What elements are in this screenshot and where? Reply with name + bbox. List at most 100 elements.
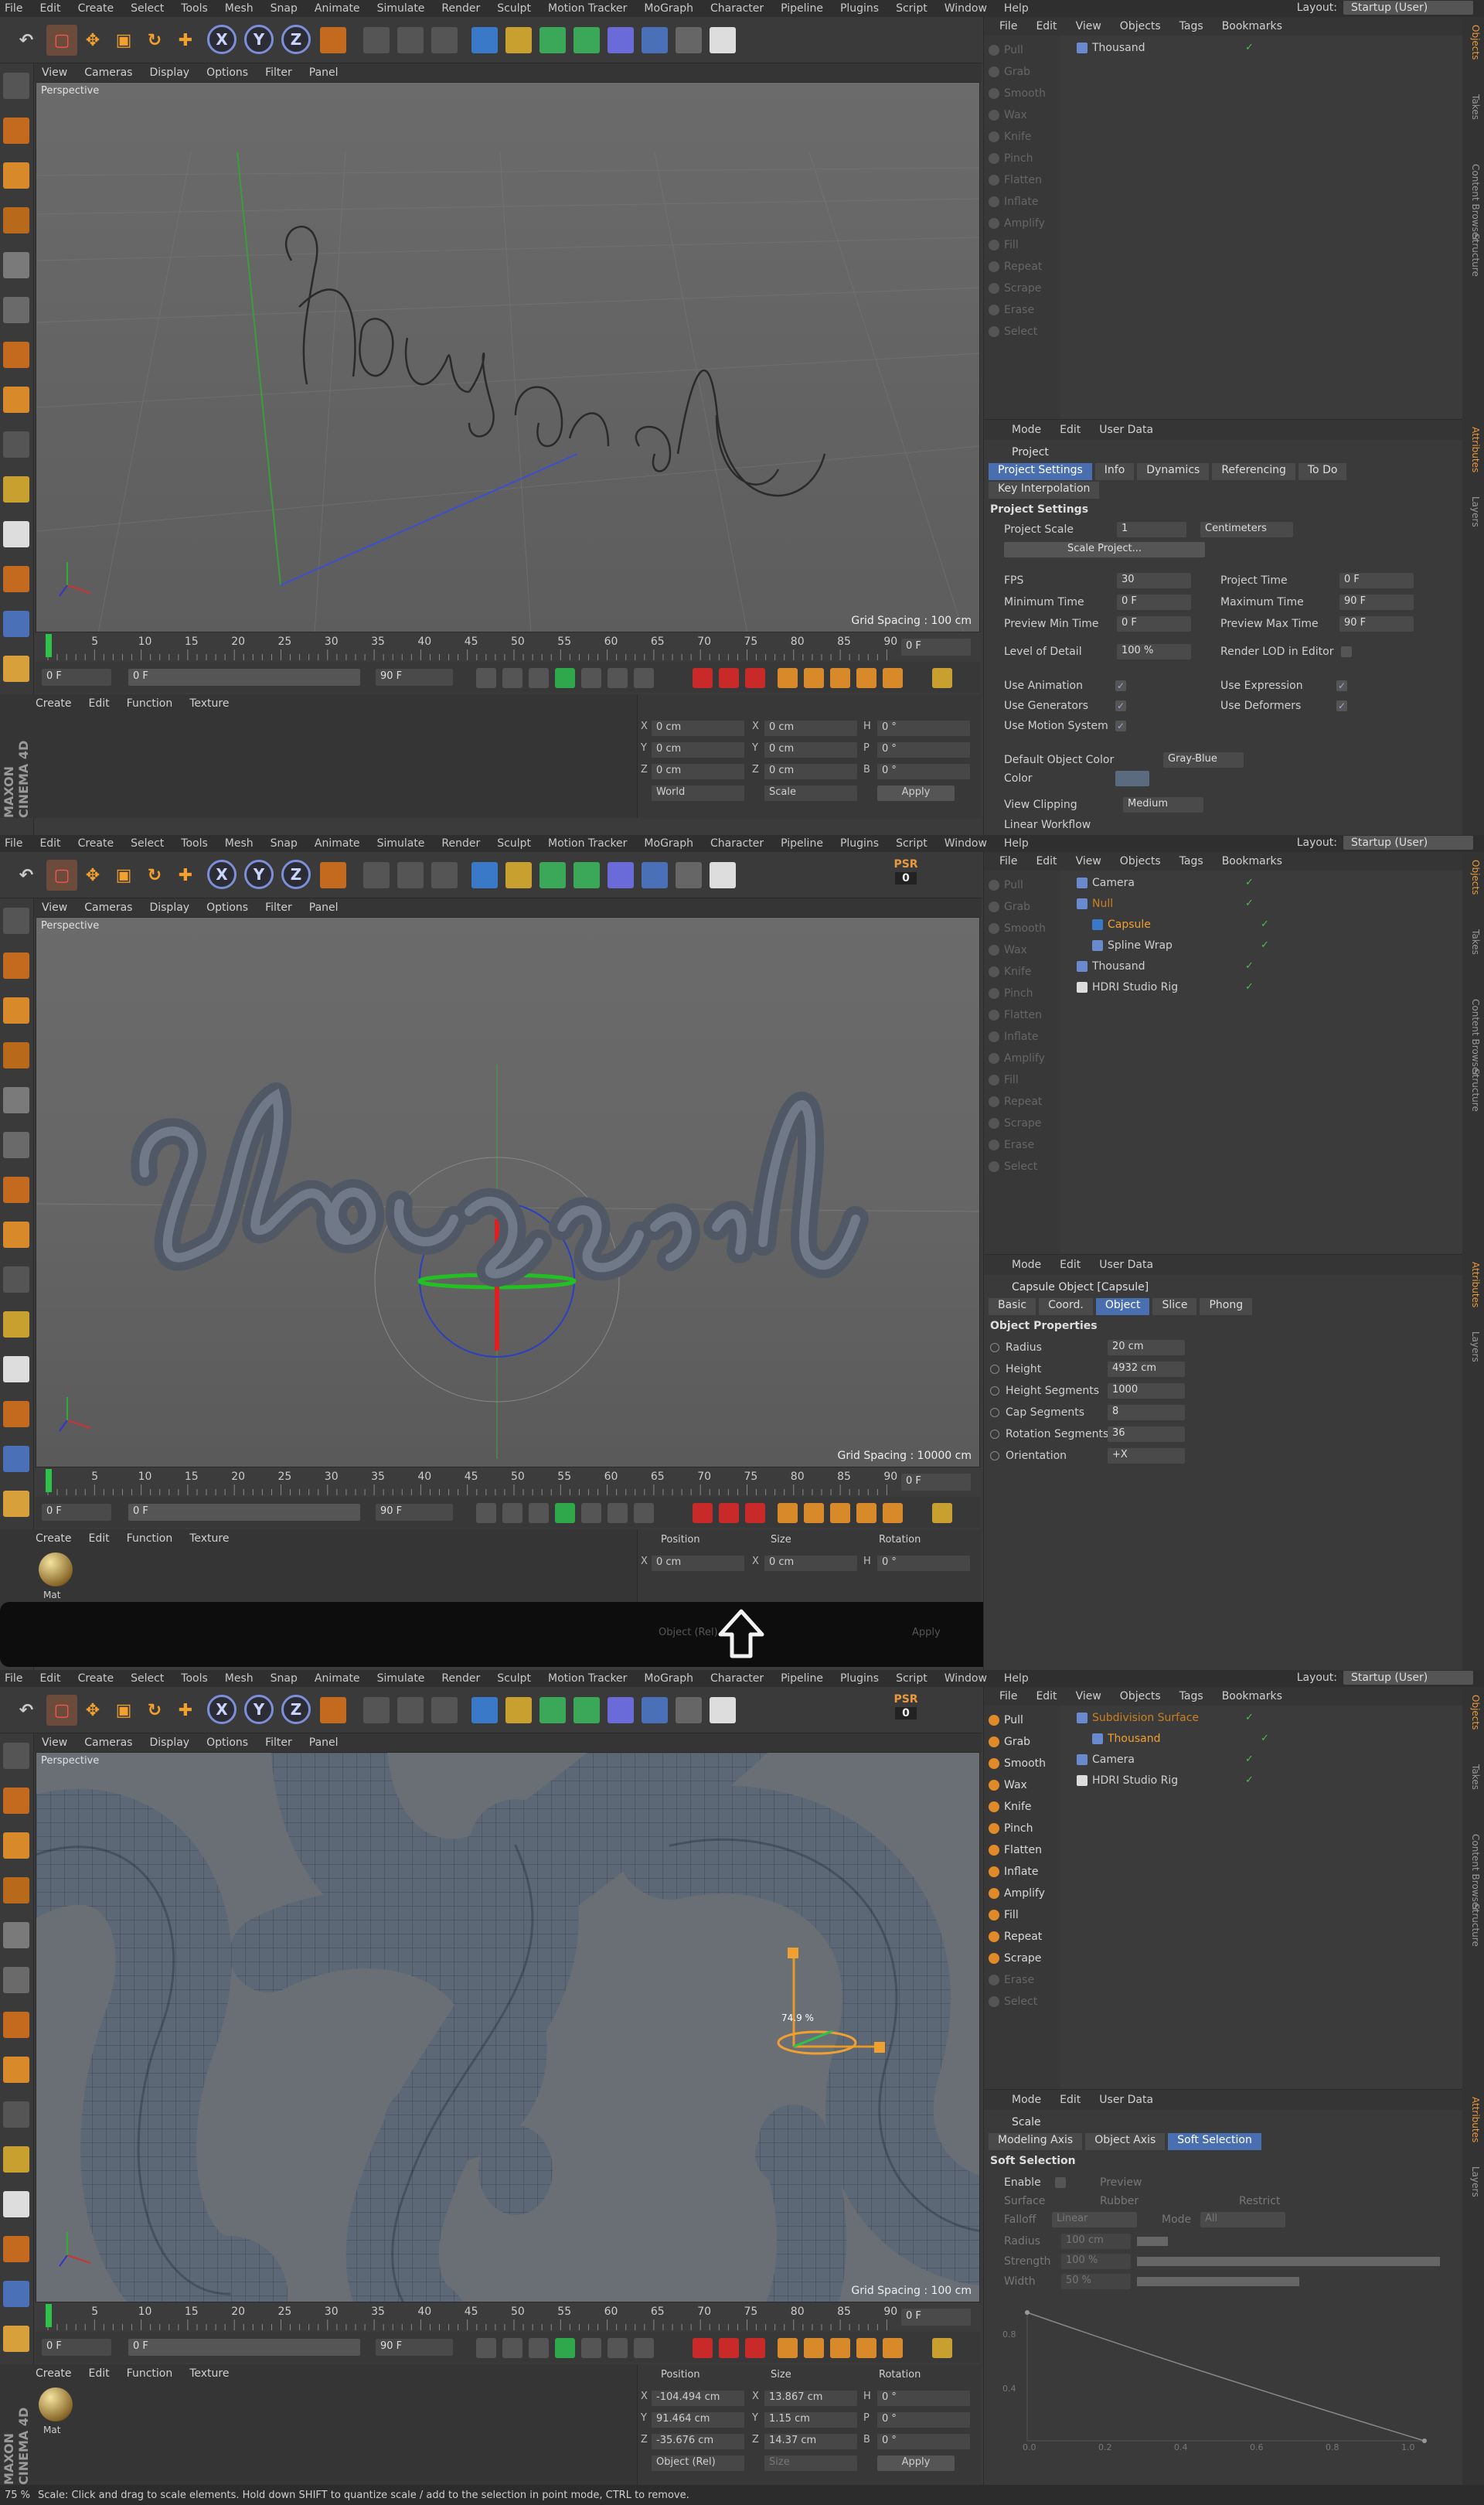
tab-dynamics[interactable]: Dynamics bbox=[1137, 463, 1210, 480]
p-rotation-field[interactable]: 0 ° bbox=[877, 742, 970, 758]
menu-motion-tracker[interactable]: Motion Tracker bbox=[548, 837, 627, 850]
live-select-icon[interactable]: ✚ bbox=[170, 860, 201, 891]
render-icon[interactable] bbox=[397, 1697, 424, 1723]
min-frame-field[interactable]: 0 F bbox=[128, 669, 360, 686]
start-frame-field[interactable]: 0 F bbox=[42, 669, 111, 686]
x-axis-icon[interactable]: X bbox=[207, 1695, 237, 1724]
move-key-icon[interactable] bbox=[778, 1503, 798, 1523]
param-key-icon[interactable] bbox=[856, 1503, 876, 1523]
animate-dot-icon[interactable] bbox=[990, 1430, 999, 1439]
record-icon[interactable] bbox=[693, 668, 713, 688]
render-icon[interactable] bbox=[397, 862, 424, 888]
field-render-lod-in-editor-checkbox[interactable] bbox=[1341, 646, 1352, 657]
falloff-select[interactable]: Linear bbox=[1052, 2212, 1137, 2227]
viewport-menu-cameras[interactable]: Cameras bbox=[84, 66, 132, 79]
viewport[interactable]: Perspective Grid Spacing : 10000 cm bbox=[36, 917, 980, 1467]
menu-script[interactable]: Script bbox=[896, 1672, 928, 1685]
object-menu-edit[interactable]: Edit bbox=[1036, 1690, 1057, 1702]
material-menu-create[interactable]: Create bbox=[36, 697, 72, 710]
x-size-field[interactable]: 0 cm bbox=[764, 1556, 857, 1571]
viewport-menu-view[interactable]: View bbox=[42, 1736, 67, 1749]
tab-referencing[interactable]: Referencing bbox=[1212, 463, 1295, 480]
timeline-icon[interactable] bbox=[932, 2338, 952, 2358]
undo-icon[interactable]: ↶ bbox=[11, 1695, 42, 1726]
use-deformers-checkbox[interactable]: ✓ bbox=[1336, 700, 1347, 711]
menu-window[interactable]: Window bbox=[945, 1672, 987, 1685]
menu-snap[interactable]: Snap bbox=[271, 837, 298, 850]
y-axis-icon[interactable]: Y bbox=[244, 25, 274, 54]
tool-icon-2[interactable] bbox=[3, 118, 29, 144]
viewport-menu-display[interactable]: Display bbox=[149, 66, 189, 79]
vtab-structure[interactable]: Structure bbox=[1465, 233, 1481, 277]
menu-mesh[interactable]: Mesh bbox=[225, 1672, 254, 1685]
menu-render[interactable]: Render bbox=[441, 837, 480, 850]
autokey-icon[interactable] bbox=[719, 668, 739, 688]
object-menu-objects[interactable]: Objects bbox=[1120, 20, 1161, 32]
menu-render[interactable]: Render bbox=[441, 1672, 480, 1685]
sculpt-tool-grab[interactable]: Grab bbox=[989, 1732, 1055, 1752]
menu-help[interactable]: Help bbox=[1004, 837, 1029, 850]
next-key-icon[interactable] bbox=[608, 668, 628, 688]
z-size-field[interactable]: 0 cm bbox=[764, 764, 857, 779]
field-preview-max-time[interactable]: 90 F bbox=[1339, 616, 1414, 632]
sculpt-tool-amplify[interactable]: Amplify bbox=[989, 213, 1055, 233]
vtab-layers[interactable]: Layers bbox=[1465, 496, 1481, 527]
attr-menu-edit[interactable]: Edit bbox=[1060, 1259, 1081, 1271]
tool-icon-14[interactable] bbox=[3, 656, 29, 682]
rotate-icon[interactable]: ↻ bbox=[139, 860, 170, 891]
mograph-icon[interactable] bbox=[574, 862, 600, 888]
sculpt-tool-inflate[interactable]: Inflate bbox=[989, 1862, 1055, 1882]
scale-project-button[interactable]: Scale Project... bbox=[1004, 542, 1205, 557]
scale-key-icon[interactable] bbox=[804, 668, 824, 688]
render-settings-icon[interactable] bbox=[431, 1697, 458, 1723]
vtab-attributes[interactable]: Attributes bbox=[1465, 427, 1481, 472]
layout-value[interactable]: Startup (User) bbox=[1343, 836, 1473, 850]
go-start-icon[interactable] bbox=[476, 1503, 496, 1523]
attr-menu-edit[interactable]: Edit bbox=[1060, 424, 1081, 436]
visibility-check-icon[interactable]: ✓ bbox=[1245, 898, 1254, 909]
tab-info[interactable]: Info bbox=[1094, 463, 1135, 480]
end-frame-field[interactable]: 90 F bbox=[376, 1504, 453, 1521]
menu-select[interactable]: Select bbox=[131, 1672, 164, 1685]
object-menu-edit[interactable]: Edit bbox=[1036, 20, 1057, 32]
move-key-icon[interactable] bbox=[778, 668, 798, 688]
autokey-icon[interactable] bbox=[719, 1503, 739, 1523]
animate-dot-icon[interactable] bbox=[990, 1365, 999, 1374]
menu-select[interactable]: Select bbox=[131, 837, 164, 850]
sculpt-tool-select[interactable]: Select bbox=[989, 1992, 1055, 2012]
viewport-menu-filter[interactable]: Filter bbox=[265, 66, 292, 79]
vtab-objects[interactable]: Objects bbox=[1465, 1695, 1481, 1730]
field-project-time[interactable]: 0 F bbox=[1339, 573, 1414, 588]
field-fps[interactable]: 30 bbox=[1117, 573, 1191, 588]
pen-icon[interactable] bbox=[505, 862, 532, 888]
attr-menu-user-data[interactable]: User Data bbox=[1099, 2094, 1153, 2106]
viewport[interactable]: Perspective Grid Spacing : 100 cm bbox=[36, 82, 980, 632]
upload-arrow-icon[interactable] bbox=[714, 1607, 768, 1661]
y-axis-icon[interactable]: Y bbox=[244, 1695, 274, 1724]
light-icon[interactable] bbox=[710, 862, 736, 888]
param-key-icon[interactable] bbox=[856, 2338, 876, 2358]
deformer-icon[interactable] bbox=[608, 1697, 634, 1723]
prev-key-icon[interactable] bbox=[502, 668, 522, 688]
mograph-icon[interactable] bbox=[574, 1697, 600, 1723]
layout-selector[interactable]: Layout: Startup (User) bbox=[1297, 836, 1473, 850]
y-position-field[interactable]: 91.464 cm bbox=[652, 2412, 744, 2428]
use-expression-checkbox[interactable]: ✓ bbox=[1336, 680, 1347, 691]
tool-icon-5[interactable] bbox=[3, 1922, 29, 1948]
viewport-menu-cameras[interactable]: Cameras bbox=[84, 1736, 132, 1749]
tool-icon-6[interactable] bbox=[3, 1132, 29, 1158]
z-axis-icon[interactable]: Z bbox=[281, 1695, 311, 1724]
menu-character[interactable]: Character bbox=[710, 2, 764, 15]
coord-size-mode-select[interactable]: Scale bbox=[764, 786, 857, 801]
sculpt-tool-erase[interactable]: Erase bbox=[989, 300, 1055, 320]
menu-mograph[interactable]: MoGraph bbox=[644, 1672, 693, 1685]
menu-create[interactable]: Create bbox=[78, 837, 114, 850]
b-rotation-field[interactable]: 0 ° bbox=[877, 2434, 970, 2449]
menu-render[interactable]: Render bbox=[441, 2, 480, 15]
field-cap-segments[interactable]: 8 bbox=[1108, 1405, 1185, 1420]
camera-icon[interactable] bbox=[676, 862, 702, 888]
attr-menu-mode[interactable]: Mode bbox=[1012, 1259, 1041, 1271]
next-frame-icon[interactable] bbox=[581, 668, 601, 688]
object-row-hdri-studio-rig[interactable]: HDRI Studio Rig ✓ bbox=[1061, 976, 1463, 997]
vtab-takes[interactable]: Takes bbox=[1465, 1764, 1481, 1790]
